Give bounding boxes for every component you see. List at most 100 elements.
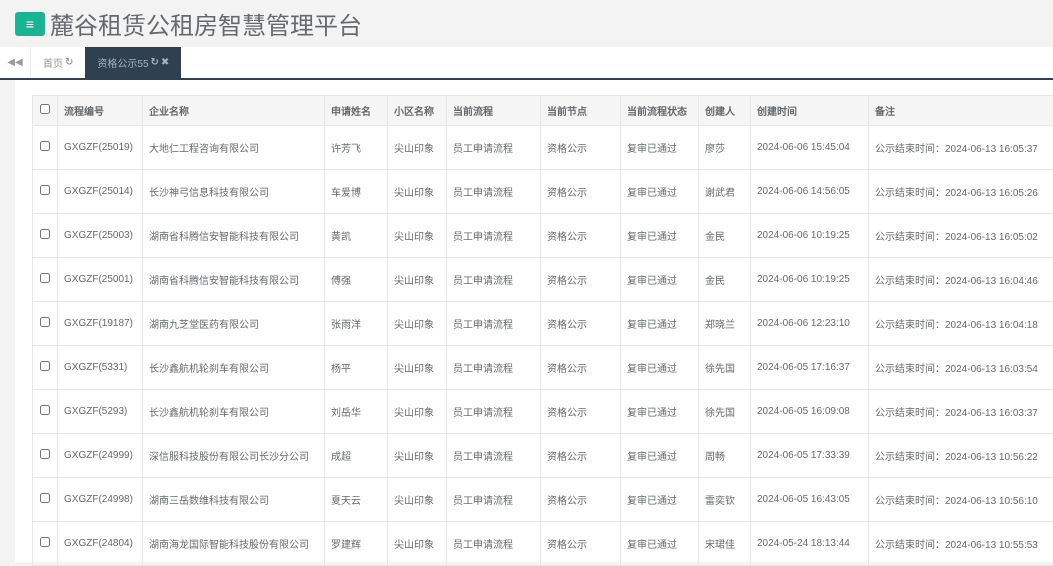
table-cell: 员工申请流程: [447, 346, 541, 390]
table-cell: 资格公示: [541, 170, 621, 214]
select-all-checkbox[interactable]: [40, 104, 50, 114]
table-cell: 宋珺佳: [699, 522, 751, 566]
table-cell: 张雨洋: [325, 302, 388, 346]
table-cell: 公示结束时间：2024-06-13 16:03:37: [869, 390, 1053, 434]
table-cell: 黄凯: [325, 214, 388, 258]
table-row[interactable]: GXGZF(25003)湖南省科腾信安智能科技有限公司黄凯尖山印象员工申请流程资…: [33, 214, 1053, 258]
table-cell: 谢武君: [699, 170, 751, 214]
table-cell: 周畅: [699, 434, 751, 478]
table-row[interactable]: GXGZF(25001)湖南省科腾信安智能科技有限公司傅强尖山印象员工申请流程资…: [33, 258, 1053, 302]
row-checkbox[interactable]: [40, 493, 50, 503]
table-cell: 资格公示: [541, 522, 621, 566]
table-cell: 公示结束时间：2024-06-13 10:55:53: [869, 522, 1053, 566]
table-cell: 尖山印象: [388, 390, 447, 434]
table-cell: 2024-06-06 15:45:04: [751, 126, 869, 170]
table-cell: 徐先国: [699, 390, 751, 434]
column-header: 申请姓名: [325, 96, 388, 126]
row-select-cell: [33, 522, 58, 566]
table-cell: 尖山印象: [388, 434, 447, 478]
table-row[interactable]: GXGZF(24998)湖南三岳数维科技有限公司夏天云尖山印象员工申请流程资格公…: [33, 478, 1053, 522]
row-select-cell: [33, 258, 58, 302]
table-cell: GXGZF(5331): [58, 346, 143, 390]
table-cell: 廖莎: [699, 126, 751, 170]
table-cell: 员工申请流程: [447, 522, 541, 566]
refresh-icon[interactable]: ↻: [65, 57, 73, 68]
table-row[interactable]: GXGZF(5331)长沙鑫航机轮刹车有限公司杨平尖山印象员工申请流程资格公示复…: [33, 346, 1053, 390]
table-row[interactable]: GXGZF(19187)湖南九芝堂医药有限公司张雨洋尖山印象员工申请流程资格公示…: [33, 302, 1053, 346]
table-cell: 公示结束时间：2024-06-13 16:04:46: [869, 258, 1053, 302]
table-cell: 2024-06-05 17:16:37: [751, 346, 869, 390]
row-checkbox[interactable]: [40, 141, 50, 151]
tab-home[interactable]: 首页↻: [31, 47, 85, 78]
row-checkbox[interactable]: [40, 273, 50, 283]
table-cell: 公示结束时间：2024-06-13 16:04:18: [869, 302, 1053, 346]
table-cell: 长沙神弓信息科技有限公司: [143, 170, 325, 214]
table-cell: 2024-06-05 16:43:05: [751, 478, 869, 522]
hamburger-icon: ≡: [26, 16, 34, 32]
table-cell: 杨平: [325, 346, 388, 390]
table-cell: 尖山印象: [388, 302, 447, 346]
table-cell: 雷奕钦: [699, 478, 751, 522]
select-all-cell: [33, 96, 58, 126]
table-header: 流程编号企业名称申请姓名小区名称当前流程当前节点当前流程状态创建人创建时间备注: [33, 96, 1053, 126]
row-checkbox[interactable]: [40, 449, 50, 459]
table-cell: 复审已通过: [621, 302, 699, 346]
table-cell: 员工申请流程: [447, 390, 541, 434]
table-row[interactable]: GXGZF(25019)大地仁工程咨询有限公司许芳飞尖山印象员工申请流程资格公示…: [33, 126, 1053, 170]
table-cell: GXGZF(24998): [58, 478, 143, 522]
column-header: 当前节点: [541, 96, 621, 126]
table-cell: 资格公示: [541, 258, 621, 302]
row-checkbox[interactable]: [40, 229, 50, 239]
table-cell: 车爱博: [325, 170, 388, 214]
table-cell: 2024-06-06 12:23:10: [751, 302, 869, 346]
table-cell: GXGZF(5293): [58, 390, 143, 434]
table-row[interactable]: GXGZF(25014)长沙神弓信息科技有限公司车爱博尖山印象员工申请流程资格公…: [33, 170, 1053, 214]
column-header: 创建人: [699, 96, 751, 126]
table-cell: 湖南三岳数维科技有限公司: [143, 478, 325, 522]
table-cell: 尖山印象: [388, 478, 447, 522]
table-cell: 湖南九芝堂医药有限公司: [143, 302, 325, 346]
table-cell: 2024-06-06 10:19:25: [751, 214, 869, 258]
table-cell: 员工申请流程: [447, 126, 541, 170]
table-cell: 复审已通过: [621, 434, 699, 478]
row-checkbox[interactable]: [40, 405, 50, 415]
table-cell: 尖山印象: [388, 258, 447, 302]
row-select-cell: [33, 434, 58, 478]
row-checkbox[interactable]: [40, 361, 50, 371]
table-cell: GXGZF(25001): [58, 258, 143, 302]
table-cell: 员工申请流程: [447, 302, 541, 346]
table-cell: 复审已通过: [621, 214, 699, 258]
table-cell: 成超: [325, 434, 388, 478]
table-cell: 复审已通过: [621, 170, 699, 214]
table-cell: 2024-06-05 16:09:08: [751, 390, 869, 434]
row-checkbox[interactable]: [40, 185, 50, 195]
double-left-arrow-icon: ◀◀: [7, 57, 22, 68]
table-row[interactable]: GXGZF(24804)湖南海龙国际智能科技股份有限公司罗建辉尖山印象员工申请流…: [33, 522, 1053, 566]
table-cell: GXGZF(19187): [58, 302, 143, 346]
table-cell: 复审已通过: [621, 390, 699, 434]
table-row[interactable]: GXGZF(24999)深信服科技股份有限公司长沙分公司成超尖山印象员工申请流程…: [33, 434, 1053, 478]
table-cell: 尖山印象: [388, 346, 447, 390]
table-cell: 复审已通过: [621, 522, 699, 566]
row-select-cell: [33, 214, 58, 258]
column-header: 企业名称: [143, 96, 325, 126]
column-header: 创建时间: [751, 96, 869, 126]
table-cell: GXGZF(24804): [58, 522, 143, 566]
row-select-cell: [33, 346, 58, 390]
column-header: 流程编号: [58, 96, 143, 126]
menu-toggle-button[interactable]: ≡: [15, 12, 45, 36]
table-cell: 资格公示: [541, 346, 621, 390]
tab-scroll-left-button[interactable]: ◀◀: [0, 47, 31, 78]
table-cell: 复审已通过: [621, 126, 699, 170]
table-cell: 资格公示: [541, 434, 621, 478]
tab-qualification-notice[interactable]: 资格公示55↻✖: [85, 47, 181, 78]
close-icon[interactable]: ✖: [161, 57, 169, 68]
table-cell: GXGZF(25003): [58, 214, 143, 258]
refresh-icon[interactable]: ↻: [151, 57, 159, 68]
table-cell: 公示结束时间：2024-06-13 16:05:37: [869, 126, 1053, 170]
row-checkbox[interactable]: [40, 317, 50, 327]
row-checkbox[interactable]: [40, 537, 50, 547]
table-cell: GXGZF(25019): [58, 126, 143, 170]
table-row[interactable]: GXGZF(5293)长沙鑫航机轮刹车有限公司刘岳华尖山印象员工申请流程资格公示…: [33, 390, 1053, 434]
row-select-cell: [33, 170, 58, 214]
